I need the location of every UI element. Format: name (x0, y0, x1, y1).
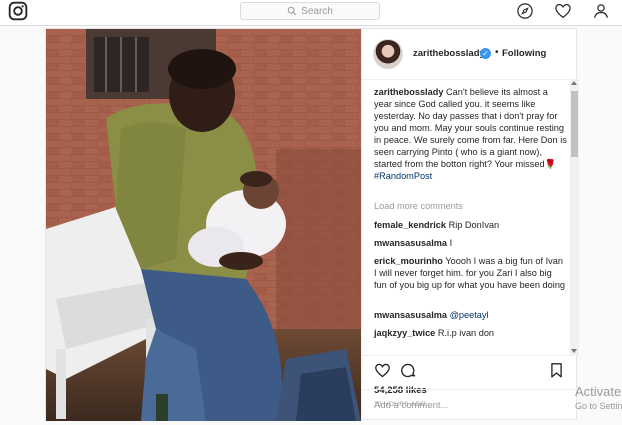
verified-badge-icon: ✓ (480, 48, 491, 59)
post-card: zarithebosslady ✓ • Following zarithebos… (45, 28, 579, 421)
comment-item: mwansasusalma I (374, 237, 567, 249)
watermark-subtitle: Go to Settin (575, 401, 622, 411)
comment-mention[interactable]: @peetayl (450, 310, 489, 320)
comment-item: mwansasusalma @peetayl (374, 309, 567, 321)
comment-username[interactable]: mwansasusalma (374, 238, 447, 248)
comment-bubble-icon[interactable] (400, 362, 417, 379)
comment-text: Rip DonIvan (448, 220, 500, 230)
search-input[interactable]: Search (240, 2, 380, 20)
search-icon (287, 6, 297, 16)
add-comment-placeholder: Add a comment... (374, 400, 449, 411)
profile-icon[interactable] (592, 2, 610, 20)
comment-username[interactable]: erick_mourinho (374, 256, 443, 266)
post-photo[interactable] (46, 29, 361, 421)
top-nav: Search (0, 0, 622, 26)
comment-item: erick_mourinho Yoooh I was a big fun of … (374, 255, 567, 291)
comment-item: female_kendrick Rip DonIvan (374, 219, 567, 231)
following-button[interactable]: Following (502, 48, 546, 59)
activity-heart-icon[interactable] (554, 2, 572, 20)
explore-icon[interactable] (516, 2, 534, 20)
comment-text: R.i.p ivan don (437, 328, 495, 338)
instagram-logo-icon[interactable] (8, 1, 28, 21)
post-caption: zarithebosslady Can't believe its almost… (374, 86, 567, 182)
caption-hashtag[interactable]: #RandomPost (374, 171, 432, 181)
load-more-comments-button[interactable]: Load more comments (374, 201, 463, 211)
scrollbar-thumb[interactable] (571, 91, 578, 157)
watermark-title: Activate (575, 384, 622, 399)
activation-watermark: Activate Go to Settin (575, 384, 622, 411)
search-placeholder: Search (301, 5, 333, 17)
caption-text: Can't believe its almost a year since Go… (374, 87, 567, 169)
post-side-panel: zarithebosslady ✓ • Following zarithebos… (361, 29, 579, 421)
avatar[interactable] (373, 39, 403, 69)
scroll-down-arrow-icon[interactable] (571, 349, 577, 353)
post-author-username[interactable]: zarithebosslady (413, 48, 485, 59)
comment-username[interactable]: female_kendrick (374, 220, 446, 230)
like-heart-icon[interactable] (374, 362, 391, 379)
comments-section[interactable]: zarithebosslady Can't believe its almost… (362, 79, 579, 356)
comment-username[interactable]: mwansasusalma (374, 310, 447, 320)
post-photo-illustration (46, 29, 361, 421)
add-comment-input[interactable]: Add a comment... (362, 389, 579, 422)
separator-dot: • (495, 47, 499, 58)
post-header: zarithebosslady ✓ • Following (362, 29, 579, 80)
comment-item: jaqkzyy_twice R.i.p ivan don (374, 327, 567, 339)
scroll-up-arrow-icon[interactable] (571, 81, 577, 85)
comment-text: I (449, 238, 453, 248)
caption-username[interactable]: zarithebosslady (374, 87, 443, 97)
comments-scrollbar[interactable] (570, 79, 579, 355)
bookmark-icon[interactable] (548, 362, 565, 379)
comment-username[interactable]: jaqkzyy_twice (374, 328, 435, 338)
